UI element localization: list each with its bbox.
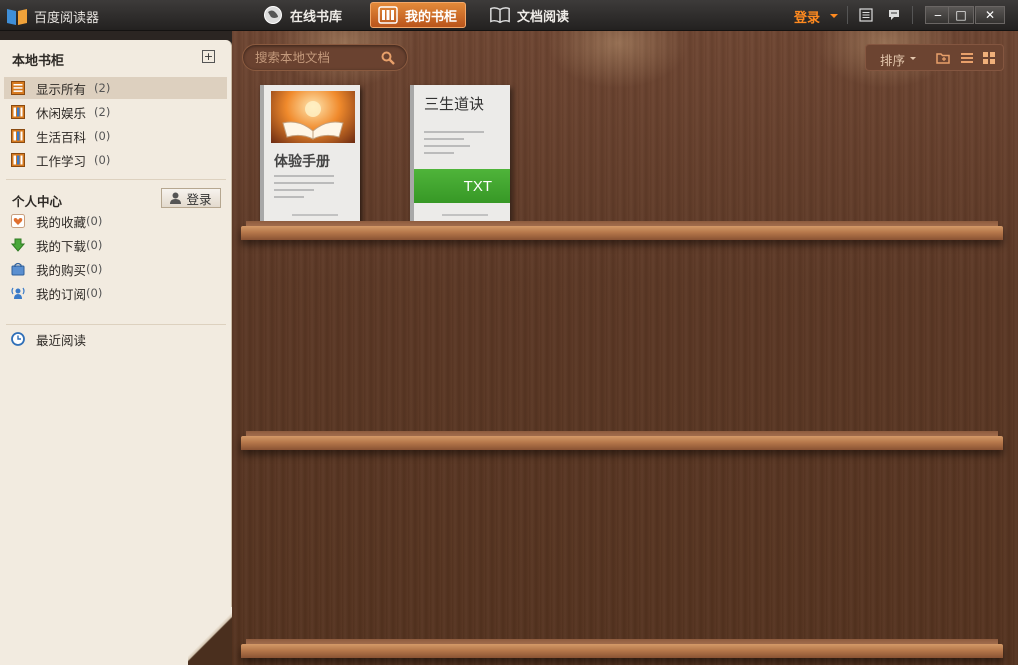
- login-dropdown-caret-icon[interactable]: [830, 14, 838, 18]
- open-book-cover-icon: [271, 91, 355, 143]
- sidebar-item-recent-reading[interactable]: 最近阅读: [4, 328, 227, 350]
- sidebar-item-label: 工作学习: [36, 153, 87, 169]
- item-count: (0): [86, 262, 103, 276]
- personal-center-title: 个人中心: [12, 194, 63, 209]
- maximize-button[interactable]: □: [948, 6, 974, 24]
- list-view-icon[interactable]: [960, 51, 974, 65]
- tab-document-reading[interactable]: 文档阅读: [483, 2, 577, 28]
- sidebar-item-label: 最近阅读: [36, 332, 87, 348]
- view-toolbar: 排序: [865, 44, 1004, 71]
- minimize-icon: ‒: [934, 8, 942, 22]
- tab-my-bookshelf[interactable]: 我的书柜: [370, 2, 467, 28]
- category-icon: [10, 153, 26, 167]
- close-icon: ✕: [984, 8, 996, 22]
- close-button[interactable]: ✕: [975, 6, 1005, 24]
- book-footer-line: [442, 214, 488, 216]
- sidebar-login-button[interactable]: 登录: [161, 188, 221, 208]
- list-icon[interactable]: [857, 6, 875, 24]
- item-count: (0): [94, 129, 111, 143]
- format-label: TXT: [463, 177, 492, 195]
- item-count: (2): [94, 105, 111, 119]
- item-count: (0): [94, 153, 111, 167]
- sidebar-item-label: 我的订阅: [36, 286, 87, 302]
- shopping-bag-icon: [10, 262, 26, 276]
- book-title: 三生道诀: [424, 95, 485, 113]
- item-count: (0): [86, 238, 103, 252]
- sidebar-item-label: 我的下载: [36, 238, 87, 254]
- folder-icon[interactable]: [936, 51, 950, 65]
- sort-button[interactable]: 排序: [880, 50, 905, 69]
- book-sansheng-daojue[interactable]: 三生道诀 TXT: [410, 85, 510, 225]
- book-footer-line: [292, 214, 338, 216]
- clock-icon: [10, 332, 26, 346]
- app-title: 百度阅读器: [34, 11, 100, 26]
- user-icon: [170, 192, 182, 204]
- open-book-icon: [489, 4, 511, 26]
- sidebar-item-label: 显示所有: [36, 81, 87, 97]
- sidebar-item-my-favorites[interactable]: 我的收藏 (0): [4, 210, 227, 232]
- sidebar: 本地书柜 + 显示所有 (2) 休闲娱乐 (2) 生活百科 (0) 工作学习 (…: [0, 40, 232, 665]
- grid-view-icon[interactable]: [982, 51, 996, 65]
- sidebar-item-label: 我的收藏: [36, 214, 87, 230]
- sidebar-item-leisure[interactable]: 休闲娱乐 (2): [4, 101, 227, 123]
- tab-online-library[interactable]: 在线书库: [256, 2, 350, 28]
- sidebar-item-show-all[interactable]: 显示所有 (2): [4, 77, 227, 99]
- download-arrow-icon: [10, 238, 26, 252]
- shelf-board: [241, 436, 1003, 450]
- bookshelf-area: 排序 体验手册 三生道诀 TXT: [232, 31, 1018, 665]
- sidebar-item-work-study[interactable]: 工作学习 (0): [4, 149, 227, 171]
- sidebar-item-life-encyclopedia[interactable]: 生活百科 (0): [4, 125, 227, 147]
- category-icon: [10, 105, 26, 119]
- item-count: (2): [94, 81, 111, 95]
- book-text-lines: [274, 175, 334, 203]
- tab-label: 在线书库: [290, 9, 343, 25]
- heart-icon: [10, 214, 26, 228]
- tab-label: 文档阅读: [517, 9, 570, 25]
- book-title: 体验手册: [274, 154, 330, 170]
- chat-bubble-icon[interactable]: [885, 6, 903, 24]
- category-icon: [10, 81, 26, 95]
- baidu-reader-logo-icon: [7, 9, 27, 25]
- sidebar-item-label: 我的购买: [36, 262, 87, 278]
- local-bookshelf-title: 本地书柜: [12, 54, 65, 69]
- category-icon: [10, 129, 26, 143]
- divider: [6, 179, 226, 180]
- shelf-board: [241, 226, 1003, 240]
- bookshelf-icon: [377, 4, 399, 26]
- separator: [847, 6, 848, 24]
- globe-icon: [262, 4, 284, 26]
- sort-dropdown-caret-icon[interactable]: [910, 57, 916, 60]
- sidebar-item-label: 生活百科: [36, 129, 87, 145]
- subscription-icon: [10, 286, 26, 300]
- sidebar-item-my-purchases[interactable]: 我的购买 (0): [4, 258, 227, 280]
- search-icon[interactable]: [381, 51, 395, 65]
- add-category-button[interactable]: +: [202, 50, 215, 63]
- separator: [912, 6, 913, 24]
- sidebar-item-my-downloads[interactable]: 我的下载 (0): [4, 234, 227, 256]
- book-text-lines: [424, 131, 484, 159]
- search-box: [242, 44, 408, 71]
- item-count: (0): [86, 286, 103, 300]
- tab-label: 我的书柜: [405, 9, 458, 25]
- divider: [6, 324, 226, 325]
- book-tiyan-shouce[interactable]: 体验手册: [260, 85, 360, 225]
- maximize-icon: □: [955, 8, 967, 22]
- login-label: 登录: [186, 191, 212, 207]
- top-login-button[interactable]: 登录: [794, 7, 820, 26]
- sidebar-item-my-subscriptions[interactable]: 我的订阅 (0): [4, 282, 227, 304]
- search-input[interactable]: [255, 50, 375, 65]
- sidebar-item-label: 休闲娱乐: [36, 105, 87, 121]
- shelf-board: [241, 644, 1003, 658]
- format-badge: TXT: [414, 169, 510, 203]
- item-count: (0): [86, 214, 103, 228]
- title-bar: 百度阅读器 在线书库 我的书柜 文档阅读 登录 ‒ □ ✕: [0, 0, 1018, 31]
